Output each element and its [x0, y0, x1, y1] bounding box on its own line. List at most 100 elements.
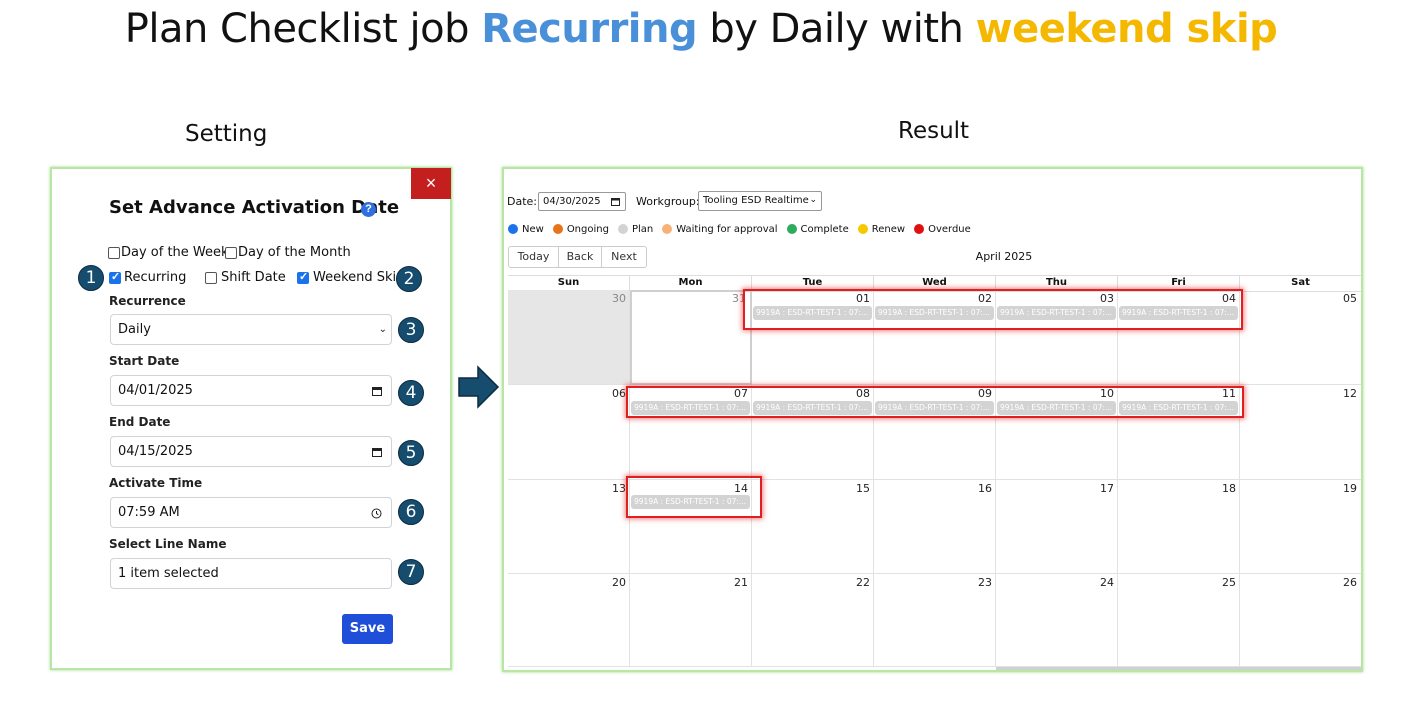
day-number: 26	[1343, 576, 1357, 589]
legend-dot-ongoing	[552, 224, 563, 234]
close-button[interactable]: ×	[411, 168, 451, 199]
chevron-down-icon: ⌄	[378, 324, 387, 335]
start-date-input[interactable]: 04/01/2025	[110, 375, 392, 406]
legend-item-waiting: Waiting for approval	[676, 223, 778, 235]
day-of-week-label: Day of the Week	[121, 245, 229, 260]
date-value: 04/30/2025	[543, 196, 601, 207]
line-name-select[interactable]: 1 item selected	[110, 558, 392, 589]
step-badge-5: 5	[398, 440, 424, 466]
activate-time-input[interactable]: 07:59 AM	[110, 497, 392, 528]
day-number: 22	[856, 576, 870, 589]
legend: New Ongoing Plan Waiting for approval Co…	[508, 223, 971, 235]
legend-dot-waiting	[662, 224, 673, 234]
scrollbar[interactable]	[996, 667, 1361, 670]
day-number: 06	[612, 387, 626, 400]
right-arrow-icon	[458, 365, 500, 409]
line-name-label: Select Line Name	[109, 537, 227, 551]
end-date-input[interactable]: 04/15/2025	[110, 436, 392, 467]
date-input[interactable]: 04/30/2025	[538, 192, 626, 211]
step-badge-4: 4	[398, 380, 424, 406]
day-number: 31	[732, 292, 746, 305]
step-badge-1: 1	[78, 265, 104, 291]
day-number: 23	[978, 576, 992, 589]
step-badge-2: 2	[396, 266, 422, 292]
legend-dot-plan	[617, 224, 628, 234]
legend-item-plan: Plan	[631, 223, 654, 235]
recurring-checkbox[interactable]	[109, 270, 121, 284]
day-number: 15	[856, 482, 870, 495]
weekday-mon: Mon	[630, 276, 752, 290]
save-button[interactable]: Save	[342, 614, 393, 644]
highlight-week-2	[626, 386, 1244, 418]
next-button[interactable]: Next	[601, 246, 647, 268]
recurrence-value: Daily	[118, 322, 151, 337]
day-of-month-checkbox[interactable]	[225, 247, 237, 259]
month-title: April 2025	[975, 250, 1033, 263]
setting-heading: Setting	[185, 121, 268, 147]
weekday-wed: Wed	[874, 276, 996, 290]
activate-time-label: Activate Time	[109, 476, 203, 490]
date-label: Date:	[507, 195, 537, 208]
day-number: 13	[612, 482, 626, 495]
day-number: 25	[1222, 576, 1236, 589]
chevron-down-icon: ⌄	[809, 195, 817, 205]
legend-dot-new	[508, 224, 518, 234]
day-number: 17	[1100, 482, 1114, 495]
day-of-week-checkbox[interactable]	[108, 247, 120, 259]
back-button[interactable]: Back	[558, 246, 602, 268]
day-number: 05	[1343, 292, 1357, 305]
workgroup-value: Tooling ESD Realtime	[703, 195, 809, 206]
legend-dot-renew	[857, 224, 868, 234]
weekend-skip-checkbox[interactable]	[297, 270, 309, 284]
shift-date-checkbox[interactable]	[205, 272, 217, 284]
shift-date-label: Shift Date	[221, 270, 286, 285]
step-badge-6: 6	[398, 499, 424, 525]
legend-item-new: New	[522, 223, 544, 235]
day-number: 21	[734, 576, 748, 589]
page-title: Plan Checklist job Recurring by Daily wi…	[124, 6, 1278, 52]
start-date-label: Start Date	[109, 354, 180, 368]
day-number: 19	[1343, 482, 1357, 495]
legend-item-renew: Renew	[871, 223, 906, 235]
calendar-icon[interactable]	[611, 197, 620, 206]
recurrence-label: Recurrence	[109, 294, 186, 308]
end-date-label: End Date	[109, 415, 171, 429]
day-number: 30	[612, 292, 626, 305]
activate-time-value: 07:59 AM	[118, 505, 180, 520]
day-of-month-label: Day of the Month	[238, 245, 351, 260]
help-icon[interactable]: ?	[361, 202, 376, 217]
recurring-label: Recurring	[124, 270, 187, 285]
today-button[interactable]: Today	[508, 246, 559, 268]
clock-icon[interactable]	[371, 508, 382, 519]
highlight-week-1	[743, 289, 1243, 330]
weekday-thu: Thu	[996, 276, 1118, 290]
day-number: 20	[612, 576, 626, 589]
workgroup-label: Workgroup:	[636, 195, 700, 208]
day-number: 12	[1343, 387, 1357, 400]
day-number: 18	[1222, 482, 1236, 495]
close-icon: ×	[425, 173, 437, 193]
start-date-value: 04/01/2025	[118, 383, 193, 398]
weekend-skip-label: Weekend Skip	[313, 270, 405, 285]
legend-item-complete: Complete	[800, 223, 849, 235]
end-date-value: 04/15/2025	[118, 444, 193, 459]
highlight-week-3	[626, 476, 762, 518]
legend-dot-complete	[786, 224, 797, 234]
line-name-value: 1 item selected	[118, 566, 219, 581]
calendar-icon[interactable]	[372, 386, 382, 396]
weekday-sun: Sun	[508, 276, 630, 290]
legend-dot-overdue	[914, 224, 925, 234]
weekday-tue: Tue	[752, 276, 874, 290]
calendar-icon[interactable]	[372, 447, 382, 457]
weekday-sat: Sat	[1291, 277, 1310, 288]
step-badge-7: 7	[398, 559, 424, 585]
dialog-title: Set Advance Activation Date	[109, 197, 400, 218]
weekday-fri: Fri	[1118, 276, 1240, 290]
result-heading: Result	[898, 118, 970, 144]
day-number: 24	[1100, 576, 1114, 589]
legend-item-overdue: Overdue	[928, 223, 971, 235]
recurrence-select[interactable]: Daily ⌄	[110, 314, 392, 345]
step-badge-3: 3	[398, 317, 424, 343]
legend-item-ongoing: Ongoing	[566, 223, 609, 235]
workgroup-select[interactable]: Tooling ESD Realtime ⌄	[698, 191, 822, 211]
